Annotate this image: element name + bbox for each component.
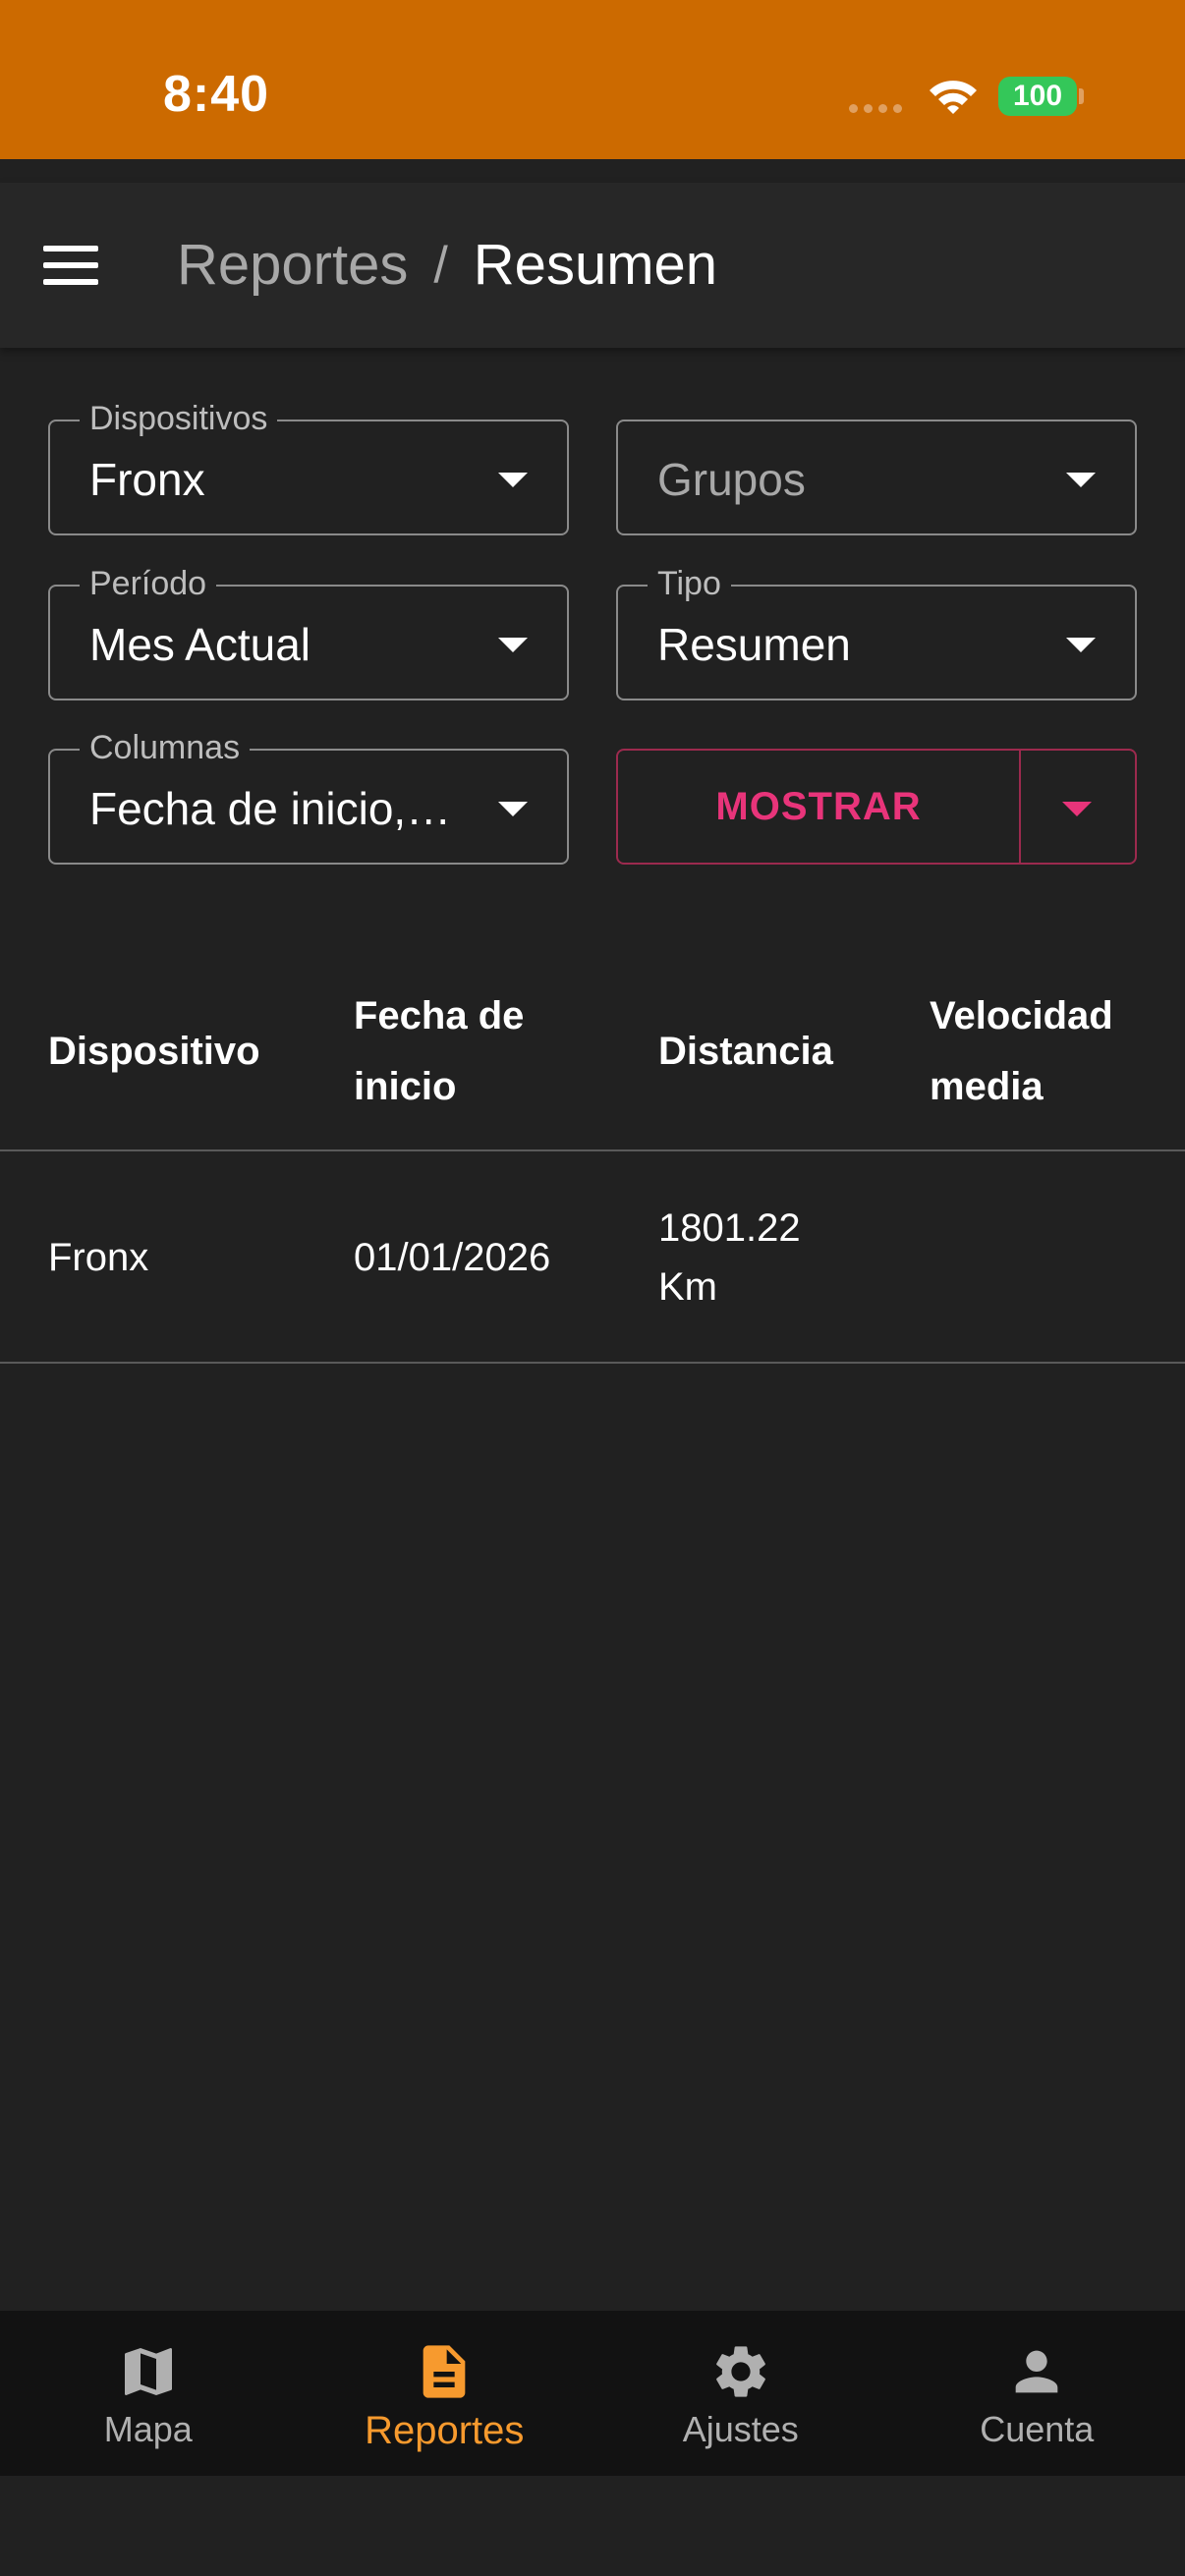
nav-item-reportes[interactable]: Reportes (297, 2311, 593, 2476)
periodo-label: Período (80, 565, 217, 603)
chevron-down-icon (1062, 802, 1092, 816)
show-button[interactable]: MOSTRAR (618, 751, 1021, 863)
breadcrumb-parent[interactable]: Reportes (177, 232, 408, 298)
status-bar: 8:40 100 (0, 0, 1185, 159)
column-header-fecha-inicio: Fecha de inicio (354, 994, 525, 1108)
tipo-value: Resumen (657, 619, 851, 670)
column-header-velocidad-media: Velocidad media (930, 994, 1113, 1108)
nav-label-cuenta: Cuenta (980, 2409, 1095, 2449)
tipo-select[interactable]: Tipo Resumen (616, 565, 1137, 700)
nav-label-ajustes: Ajustes (682, 2409, 799, 2449)
menu-icon[interactable] (43, 246, 98, 285)
columnas-label: Columnas (80, 729, 251, 767)
show-options-button[interactable] (1021, 751, 1135, 863)
table-row: Fronx 01/01/2026 1801.22 Km (0, 1151, 1185, 1364)
home-indicator-area (0, 2476, 1185, 2576)
gear-icon (715, 2346, 765, 2397)
page-title: Resumen (473, 233, 718, 297)
nav-item-mapa[interactable]: Mapa (0, 2311, 297, 2476)
table-header: Dispositivo Fecha de inicio Distancia Ve… (0, 953, 1185, 1151)
battery-icon: 100 (998, 77, 1077, 116)
periodo-value: Mes Actual (89, 619, 310, 670)
dispositivos-value: Fronx (89, 454, 205, 505)
chevron-down-icon (1066, 638, 1096, 652)
status-time: 8:40 (163, 66, 270, 123)
nav-label-mapa: Mapa (103, 2409, 193, 2449)
column-header-distancia: Distancia (658, 1030, 833, 1073)
battery-level: 100 (1012, 80, 1063, 112)
cellular-signal-icon (849, 104, 902, 113)
battery-cap (1079, 88, 1084, 104)
nav-item-cuenta[interactable]: Cuenta (889, 2311, 1185, 2476)
columnas-value: Fecha de inicio,… (89, 783, 452, 834)
chevron-down-icon (498, 802, 528, 816)
map-icon (124, 2348, 172, 2395)
breadcrumb: Reportes / Resumen (177, 232, 717, 298)
nav-item-ajustes[interactable]: Ajustes (592, 2311, 889, 2476)
tipo-label: Tipo (648, 565, 731, 603)
dispositivos-label: Dispositivos (80, 400, 278, 438)
nav-label-reportes: Reportes (365, 2409, 525, 2452)
columnas-select[interactable]: Columnas Fecha de inicio,… (48, 729, 569, 865)
app-bar: Reportes / Resumen (0, 183, 1185, 348)
chevron-down-icon (498, 473, 528, 487)
grupos-placeholder: Grupos (657, 454, 806, 505)
show-button-group: MOSTRAR (616, 749, 1137, 865)
cell-fecha-inicio: 01/01/2026 (354, 1236, 551, 1279)
wifi-icon (930, 81, 977, 114)
chevron-down-icon (1066, 473, 1096, 487)
grupos-select[interactable]: Grupos (616, 420, 1137, 535)
breadcrumb-separator: / (433, 236, 448, 294)
column-header-dispositivo: Dispositivo (48, 1030, 260, 1073)
person-icon (1015, 2350, 1058, 2393)
report-icon (423, 2345, 466, 2398)
chevron-down-icon (498, 638, 528, 652)
periodo-select[interactable]: Período Mes Actual (48, 565, 569, 700)
cell-distancia: 1801.22 Km (658, 1206, 801, 1309)
cell-dispositivo: Fronx (48, 1236, 149, 1279)
dispositivos-select[interactable]: Dispositivos Fronx (48, 400, 569, 535)
bottom-navigation: Mapa Reportes Ajustes Cuenta (0, 2311, 1185, 2476)
